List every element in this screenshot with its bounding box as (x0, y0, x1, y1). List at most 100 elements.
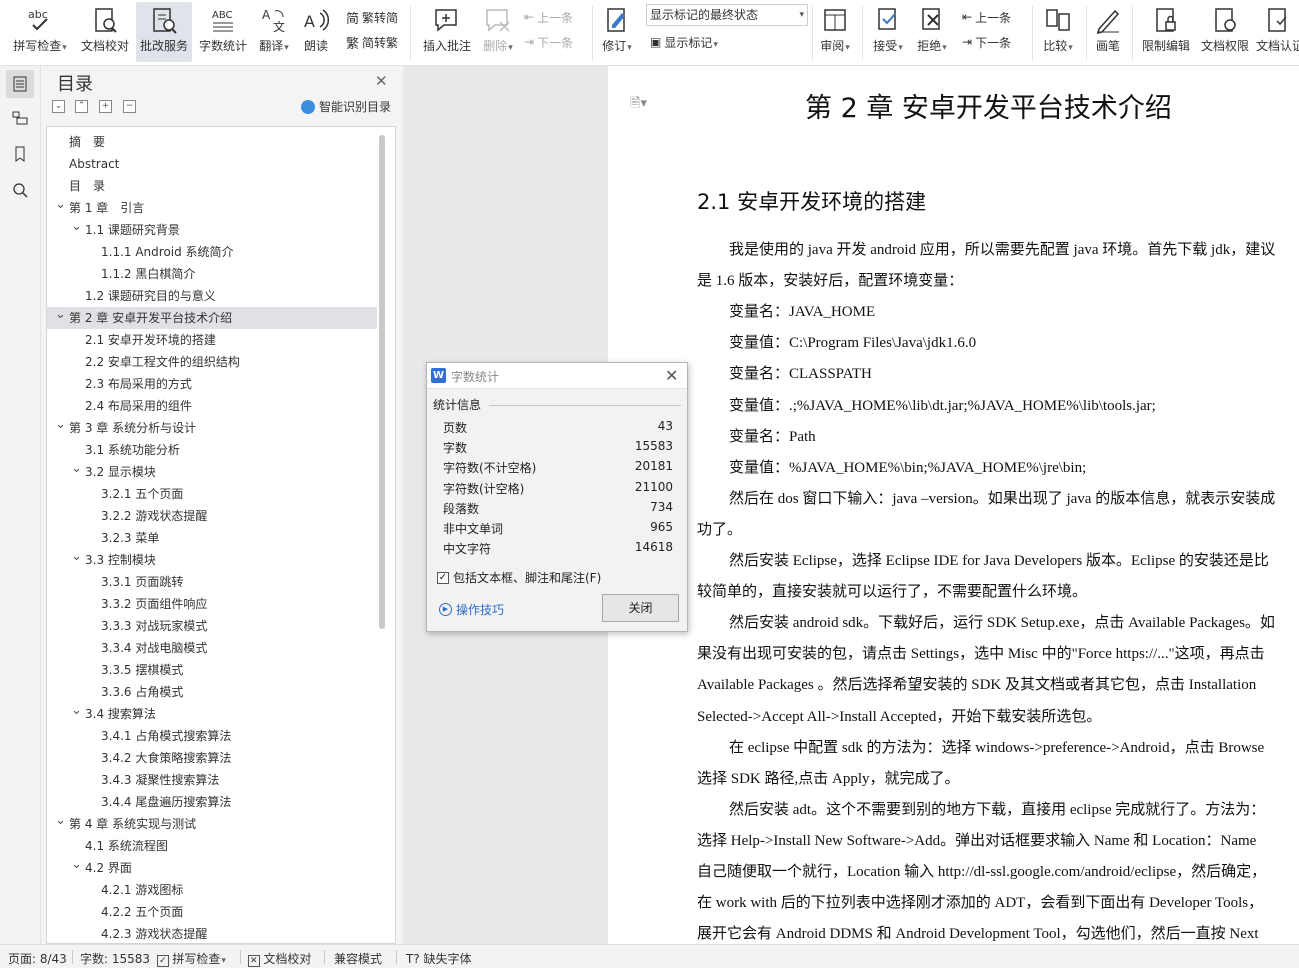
toc-item-label: 4.2.3 游戏状态提醒 (101, 927, 208, 941)
toc-item[interactable]: 2.3 布局采用的方式 (47, 373, 377, 395)
expand-toggle-icon[interactable]: ⌄ (71, 700, 82, 722)
remove-heading-icon[interactable]: − (123, 100, 136, 113)
smart-toc-button[interactable]: 智能识别目录 (301, 98, 391, 115)
toc-item[interactable]: 3.3.3 对战玩家模式 (47, 615, 377, 637)
toc-item[interactable]: 3.3.4 对战电脑模式 (47, 637, 377, 659)
doc-permission-button[interactable]: 文档权限 (1198, 2, 1252, 62)
document-page[interactable]: 🗎▾ 第 2 章 安卓开发平台技术介绍 2.1 安卓开发环境的搭建 我是使用的 … (608, 66, 1299, 944)
delete-comment-button[interactable]: 删除 (478, 2, 518, 62)
close-button[interactable]: 关闭 (602, 594, 679, 622)
toc-item[interactable]: 3.2.1 五个页面 (47, 483, 377, 505)
expand-all-icon[interactable]: ⌃ (75, 100, 88, 113)
toc-item[interactable]: 3.3.5 摆棋模式 (47, 659, 377, 681)
toc-scrollbar[interactable] (379, 135, 385, 629)
include-textbox-checkbox[interactable]: ✓ 包括文本框、脚注和尾注(F) (437, 569, 601, 586)
accept-button[interactable]: 接受 (868, 2, 908, 62)
show-markup-button[interactable]: ▣ 显示标记 (650, 31, 718, 53)
doc-proof-button[interactable]: 文档校对 (76, 2, 134, 62)
read-aloud-button[interactable]: A 朗读 (298, 2, 334, 62)
ribbon-divider (1132, 6, 1133, 60)
expand-toggle-icon[interactable]: ⌄ (55, 194, 66, 216)
toc-item[interactable]: 2.1 安卓开发环境的搭建 (47, 329, 377, 351)
toc-item[interactable]: 4.1 系统流程图 (47, 835, 377, 857)
prev-comment-button[interactable]: ⇤ 上一条 (524, 6, 573, 28)
toc-item[interactable]: 4.2.1 游戏图标 (47, 879, 377, 901)
toc-item[interactable]: 3.1 系统功能分析 (47, 439, 377, 461)
insert-comment-button[interactable]: 插入批注 (418, 2, 476, 62)
pen-button[interactable]: 画笔 (1090, 2, 1126, 62)
toc-item[interactable]: 2.4 布局采用的组件 (47, 395, 377, 417)
missing-font-indicator[interactable]: T? 缺失字体 (406, 950, 472, 967)
reject-icon (917, 5, 947, 35)
expand-toggle-icon[interactable]: ⌄ (55, 810, 66, 832)
toc-item[interactable]: 3.4.2 大食策略搜索算法 (47, 747, 377, 769)
expand-toggle-icon[interactable]: ⌄ (71, 458, 82, 480)
toc-item[interactable]: 3.3.1 页面跳转 (47, 571, 377, 593)
toc-item[interactable]: 1.1.1 Android 系统简介 (47, 241, 377, 263)
trad-to-simp-button[interactable]: 简繁转简 (346, 6, 398, 28)
toc-item[interactable]: 1.2 课题研究目的与意义 (47, 285, 377, 307)
toc-item[interactable]: ⌄ 第 4 章 系统实现与测试 (47, 813, 377, 835)
expand-toggle-icon[interactable]: ⌄ (71, 546, 82, 568)
tips-link[interactable]: ▶ 操作技巧 (439, 601, 504, 618)
expand-toggle-icon[interactable]: ⌄ (55, 304, 66, 326)
simp-to-trad-button[interactable]: 繁简转繁 (346, 31, 398, 53)
toc-item[interactable]: ⌄ 3.4 搜索算法 (47, 703, 377, 725)
add-heading-icon[interactable]: + (99, 100, 112, 113)
close-icon[interactable]: ✕ (375, 72, 388, 90)
word-count-indicator[interactable]: 字数: 15583 (80, 950, 150, 967)
markup-state-select[interactable]: 显示标记的最终状态 ▾ (646, 4, 808, 26)
expand-toggle-icon[interactable]: ⌄ (71, 854, 82, 876)
ribbon-divider (812, 6, 813, 60)
reject-button[interactable]: 拒绝 (912, 2, 952, 62)
toc-item[interactable]: 4.2.3 游戏状态提醒 (47, 923, 377, 943)
toc-item[interactable]: ⌄ 第 1 章 引言 (47, 197, 377, 219)
toc-item[interactable]: 2.2 安卓工程文件的组织结构 (47, 351, 377, 373)
search-icon[interactable] (6, 176, 34, 204)
next-change-button[interactable]: ⇥ 下一条 (962, 31, 1011, 53)
toc-item[interactable]: 3.4.1 占角模式搜索算法 (47, 725, 377, 747)
compare-button[interactable]: 比较 (1038, 2, 1078, 62)
collapse-all-icon[interactable]: ⌄ (52, 100, 65, 113)
toc-item[interactable]: 目 录 (47, 175, 377, 197)
page-indicator[interactable]: 页面: 8/43 (8, 950, 67, 967)
toc-item[interactable]: ⌄ 第 3 章 系统分析与设计 (47, 417, 377, 439)
translate-button[interactable]: A文 翻译 (254, 2, 294, 62)
restrict-edit-button[interactable]: 限制编辑 (1138, 2, 1194, 62)
navigation-icon[interactable] (6, 104, 34, 132)
bookmark-icon[interactable] (6, 140, 34, 168)
toc-item[interactable]: ⌄ 4.2 界面 (47, 857, 377, 879)
spell-check-button[interactable]: abc 拼写检查 (8, 2, 72, 62)
toc-item[interactable]: Abstract (47, 153, 377, 175)
toc-item[interactable]: 3.3.6 占角模式 (47, 681, 377, 703)
doc-certify-button[interactable]: 文档认证 (1256, 2, 1299, 62)
toc-item[interactable]: ⌄ 1.1 课题研究背景 (47, 219, 377, 241)
toc-item[interactable]: ⌄ 3.2 显示模块 (47, 461, 377, 483)
toc-item[interactable]: 4.2.2 五个页面 (47, 901, 377, 923)
close-icon[interactable]: ✕ (665, 366, 678, 385)
next-comment-button[interactable]: ⇥ 下一条 (524, 31, 573, 53)
status-doc-proof[interactable]: ✕ 文档校对 (248, 950, 311, 967)
status-spell-check[interactable]: ✓ 拼写检查 (157, 950, 226, 967)
toc-item[interactable]: 3.3.2 页面组件响应 (47, 593, 377, 615)
prev-change-button[interactable]: ⇤ 上一条 (962, 6, 1011, 28)
toc-item[interactable]: 3.4.4 尾盘遍历搜索算法 (47, 791, 377, 813)
toc-item[interactable]: 摘 要 (47, 131, 377, 153)
toc-item[interactable]: 3.2.3 菜单 (47, 527, 377, 549)
stats-section-label: 统计信息 (433, 398, 482, 412)
review-pane-button[interactable]: 审阅 (816, 2, 854, 62)
revise-button[interactable]: 修订 (597, 2, 637, 62)
expand-toggle-icon[interactable]: ⌄ (71, 216, 82, 238)
chevron-down-icon: ▾ (799, 10, 804, 20)
toc-panel-icon[interactable] (6, 70, 34, 98)
toc-item[interactable]: 3.2.2 游戏状态提醒 (47, 505, 377, 527)
expand-toggle-icon[interactable]: ⌄ (55, 414, 66, 436)
compat-mode-indicator[interactable]: 兼容模式 (334, 950, 382, 967)
word-count-button[interactable]: ABC 字数统计 (196, 2, 250, 62)
toc-item[interactable]: ⌄ 第 2 章 安卓开发平台技术介绍 (47, 307, 377, 329)
toc-item[interactable]: 1.1.2 黑白棋简介 (47, 263, 377, 285)
toc-item[interactable]: ⌄ 3.3 控制模块 (47, 549, 377, 571)
page-options-icon[interactable]: 🗎▾ (630, 94, 647, 116)
batch-service-button[interactable]: 批改服务 (136, 2, 192, 62)
toc-item[interactable]: 3.4.3 凝聚性搜索算法 (47, 769, 377, 791)
